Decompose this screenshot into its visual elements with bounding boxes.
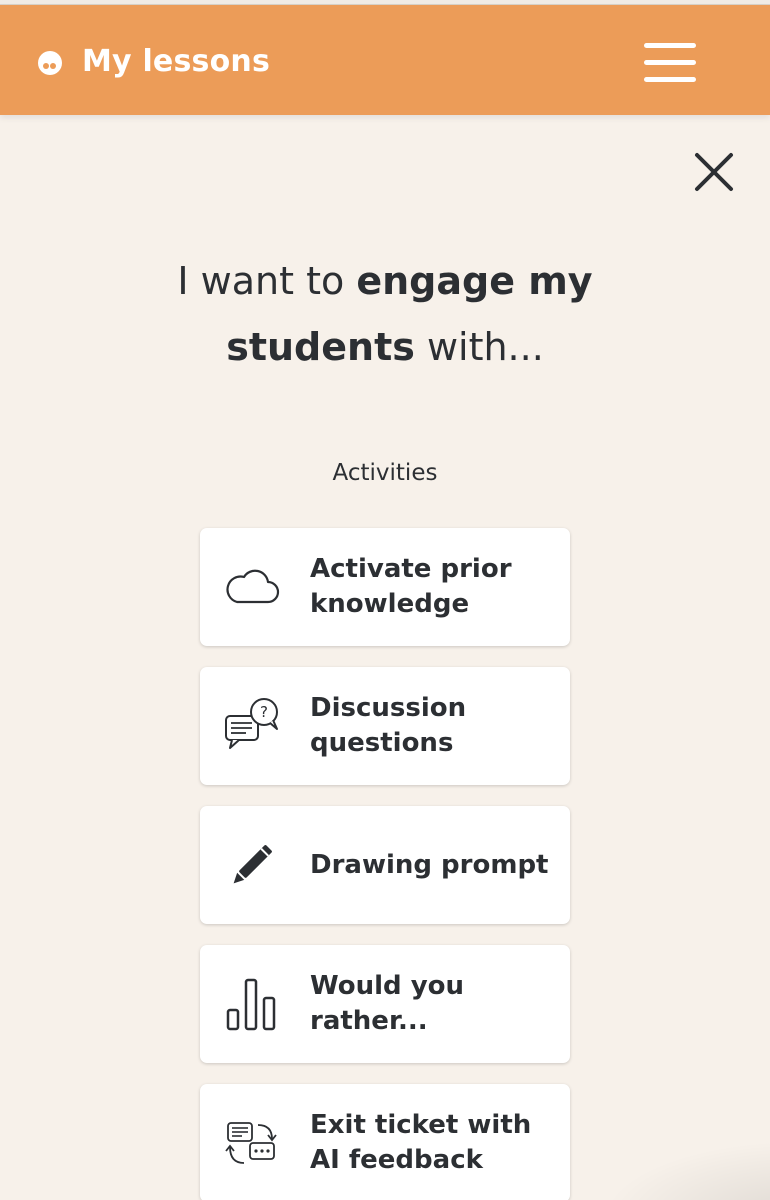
bottom-shadow bbox=[600, 1140, 770, 1200]
activity-label: Exit ticket with AI feedback bbox=[310, 1110, 532, 1175]
svg-text:?: ? bbox=[260, 703, 268, 721]
chat-exchange-icon bbox=[225, 1122, 277, 1164]
activity-card-activate-prior-knowledge[interactable]: Activate prior knowledge bbox=[200, 528, 570, 646]
app-header: My lessons bbox=[0, 5, 770, 115]
chat-question-icon: ? bbox=[225, 698, 278, 749]
activity-card-discussion-questions[interactable]: ? Discussion questions bbox=[200, 667, 570, 785]
hamburger-menu-icon[interactable] bbox=[638, 35, 702, 91]
close-icon[interactable] bbox=[688, 146, 740, 198]
activity-label: Drawing prompt bbox=[310, 849, 549, 880]
activity-label: Discussion questions bbox=[310, 693, 467, 758]
activity-label: Would you rather... bbox=[310, 971, 465, 1036]
activity-label: Activate prior knowledge bbox=[310, 554, 512, 619]
headline-bold-1: engage my bbox=[356, 259, 593, 303]
pencil-icon bbox=[233, 845, 272, 884]
section-label-activities: Activities bbox=[332, 460, 438, 486]
logo-icon[interactable] bbox=[36, 49, 64, 77]
page-headline: I want to engage my students with... bbox=[85, 248, 685, 380]
headline-text-2: with... bbox=[414, 325, 544, 369]
activity-card-would-you-rather[interactable]: Would you rather... bbox=[200, 945, 570, 1063]
bar-chart-icon bbox=[226, 978, 276, 1031]
activity-card-drawing-prompt[interactable]: Drawing prompt bbox=[200, 806, 570, 924]
header-title[interactable]: My lessons bbox=[82, 41, 270, 83]
activity-card-exit-ticket[interactable]: Exit ticket with AI feedback bbox=[200, 1084, 570, 1200]
headline-bold-2: students bbox=[226, 325, 415, 369]
activity-list: Activate prior knowledge ? Discussion qu… bbox=[200, 528, 570, 1200]
headline-text-1: I want to bbox=[177, 259, 357, 303]
page: My lessons I want to engage my students w… bbox=[0, 0, 770, 1200]
cloud-icon bbox=[226, 569, 280, 604]
